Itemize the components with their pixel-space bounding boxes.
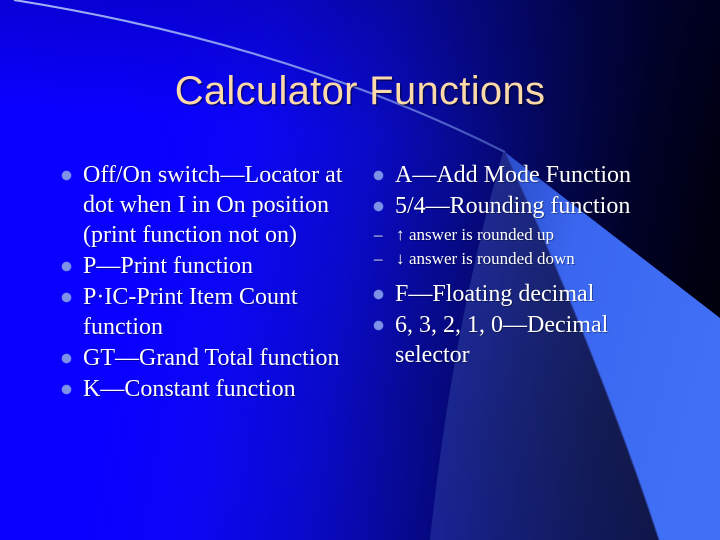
list-item[interactable]: A—Add Mode Function — [374, 160, 674, 190]
bullet-dot-icon — [62, 160, 83, 180]
sub-list-item-label: answer is rounded down — [409, 249, 575, 268]
list-item-label: Off/On switch—Locator at dot when I in O… — [83, 162, 343, 248]
list-item[interactable]: GT—Grand Total function — [62, 343, 362, 373]
bullet-dot-icon — [62, 343, 83, 363]
left-content-column: Off/On switch—Locator at dot when I in O… — [62, 160, 362, 405]
bullet-dot-icon — [62, 282, 83, 302]
list-item-label: GT—Grand Total function — [83, 345, 340, 371]
list-item-label: 5/4—Rounding function — [395, 193, 631, 219]
sub-list-item[interactable]: – ↑ answer is rounded up — [374, 223, 674, 247]
list-item[interactable]: 5/4—Rounding function — [374, 191, 674, 221]
bullet-dot-icon — [62, 374, 83, 394]
dash-marker-icon: – — [374, 225, 383, 244]
presentation-slide: Calculator Functions Off/On switch—Locat… — [0, 0, 720, 540]
dash-marker-icon: – — [374, 249, 383, 268]
sub-list-item-label: answer is rounded up — [409, 225, 554, 244]
bullet-dot-icon — [374, 191, 395, 211]
list-item-label: K—Constant function — [83, 376, 296, 402]
sub-list-item[interactable]: – ↓ answer is rounded down — [374, 247, 674, 271]
bullet-dot-icon — [374, 310, 395, 330]
list-item[interactable]: Off/On switch—Locator at dot when I in O… — [62, 160, 362, 250]
list-item[interactable]: F—Floating decimal — [374, 279, 674, 309]
list-item[interactable]: 6, 3, 2, 1, 0—Decimal selector — [374, 310, 674, 370]
list-item[interactable]: K—Constant function — [62, 374, 362, 404]
arrow-down-icon: ↓ — [396, 249, 405, 268]
list-item-label: A—Add Mode Function — [395, 162, 631, 188]
list-item-label: P—Print function — [83, 253, 254, 279]
list-item-label: 6, 3, 2, 1, 0—Decimal selector — [395, 312, 609, 368]
list-item[interactable]: P—Print function — [62, 251, 362, 281]
bullet-dot-icon — [374, 279, 395, 299]
slide-title: Calculator Functions — [174, 69, 546, 113]
bullet-dot-icon — [374, 160, 395, 180]
list-item[interactable]: P·IC-Print Item Count function — [62, 282, 362, 342]
arrow-up-icon: ↑ — [396, 225, 405, 244]
right-content-column: A—Add Mode Function 5/4—Rounding functio… — [374, 160, 674, 371]
sub-list: – ↑ answer is rounded up – ↓ answer is r… — [374, 223, 674, 271]
list-item-label: P·IC-Print Item Count function — [83, 284, 298, 340]
bullet-dot-icon — [62, 251, 83, 271]
list-item-label: F—Floating decimal — [395, 281, 595, 307]
